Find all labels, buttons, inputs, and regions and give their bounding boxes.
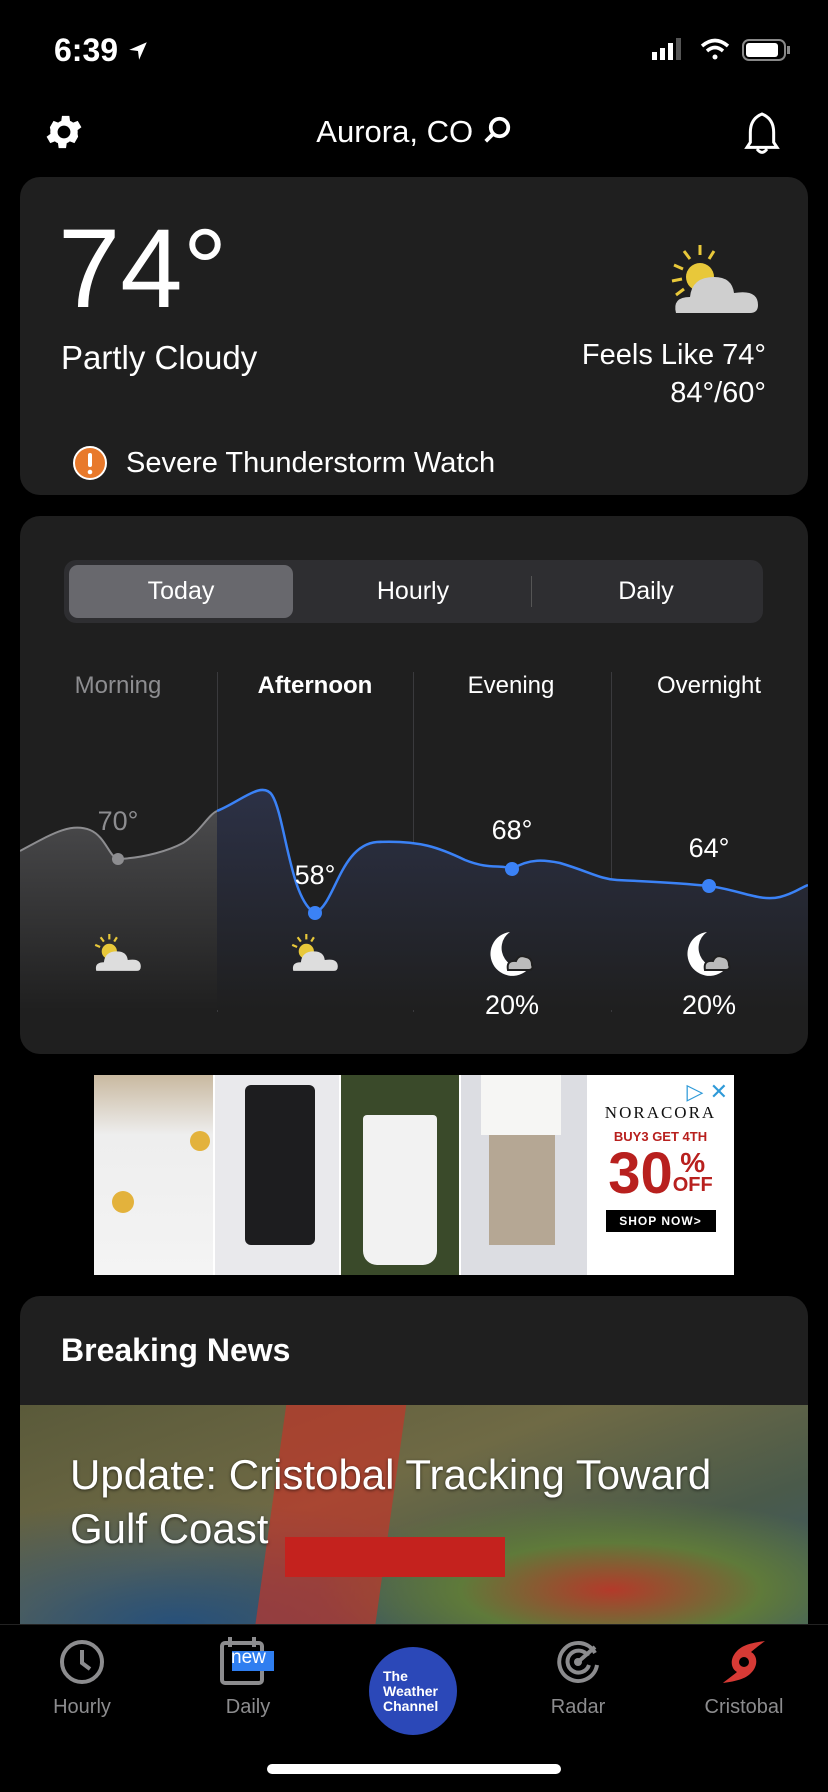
condition-text: Partly Cloudy xyxy=(61,339,258,376)
morning-point xyxy=(112,853,124,865)
afternoon-temp: 58° xyxy=(294,860,336,890)
ad-shop-now-button[interactable]: SHOP NOW> xyxy=(605,1210,716,1232)
home-indicator[interactable] xyxy=(267,1764,561,1774)
high-low: 84°/60° xyxy=(670,377,766,409)
feels-like: Feels Like 74° xyxy=(581,339,766,371)
partly-cloudy-icon xyxy=(671,245,758,313)
location-arrow-icon xyxy=(129,42,147,60)
location-name: Aurora, CO xyxy=(316,114,474,149)
news-section-title: Breaking News xyxy=(61,1332,291,1368)
hurricane-icon xyxy=(723,1641,765,1683)
period-overnight: Overnight xyxy=(656,672,762,699)
moon-cloud-icon xyxy=(687,932,731,976)
morning-temp: 70° xyxy=(97,806,139,836)
status-time: 6:39 xyxy=(54,32,149,69)
ad-discount: 30 xyxy=(608,1141,673,1206)
severe-alert-link[interactable]: Severe Thunderstorm Watch xyxy=(72,445,495,481)
new-badge: new xyxy=(231,1647,266,1668)
temperature-chart xyxy=(20,788,808,1010)
current-conditions-card[interactable]: 74° Partly Cloudy Feels Like 74° 84°/60°… xyxy=(20,177,808,495)
ad-percent: % xyxy=(680,1147,706,1178)
tab-cristobal-nav[interactable]: Cristobal xyxy=(669,1638,819,1719)
tab-divider xyxy=(531,576,532,607)
tab-label: Radar xyxy=(550,1696,606,1718)
moon-cloud-icon xyxy=(490,932,534,976)
notification-bell-icon[interactable] xyxy=(742,110,782,158)
ad-off: OFF xyxy=(672,1174,713,1196)
wifi-icon xyxy=(700,38,730,60)
afternoon-point xyxy=(308,906,322,920)
evening-temp: 68° xyxy=(491,815,533,845)
partly-cloudy-icon xyxy=(94,934,141,971)
weather-channel-logo-button[interactable]: The Weather Channel xyxy=(369,1647,457,1735)
alert-exclamation-icon xyxy=(73,446,107,480)
news-headline[interactable]: Update: Cristobal Tracking Toward Gulf C… xyxy=(70,1448,790,1556)
overnight-point xyxy=(702,879,716,893)
radar-icon xyxy=(557,1640,599,1683)
tab-label: Hourly xyxy=(53,1696,111,1718)
alert-text: Severe Thunderstorm Watch xyxy=(126,446,496,479)
period-evening: Evening xyxy=(467,672,555,699)
evening-precip: 20% xyxy=(484,990,540,1020)
battery-icon xyxy=(742,39,790,61)
location-search-button[interactable]: Aurora, CO xyxy=(0,114,828,150)
ad-close-icon[interactable]: ▷ ✕ xyxy=(687,1079,728,1105)
forecast-tabs: Today Hourly Daily xyxy=(64,560,763,623)
period-morning: Morning xyxy=(74,672,162,699)
ad-offer: ▷ ✕ NORACORA BUY3 GET 4TH 30% OFF SHOP NO… xyxy=(587,1075,734,1275)
clock-icon xyxy=(60,1640,104,1684)
tab-hourly-nav[interactable]: Hourly xyxy=(7,1638,157,1719)
partly-cloudy-icon xyxy=(291,934,338,971)
breaking-news-card[interactable]: Breaking News Update: Cristobal Tracking… xyxy=(20,1296,808,1636)
period-afternoon: Afternoon xyxy=(257,672,373,699)
status-icons xyxy=(652,38,790,61)
ad-brand: NORACORA xyxy=(604,1103,717,1122)
ad-product-image xyxy=(461,1075,587,1275)
ad-product-image xyxy=(94,1075,213,1275)
tab-hourly[interactable]: Hourly xyxy=(301,565,525,618)
search-icon xyxy=(484,116,510,143)
tab-label: Daily xyxy=(225,1696,271,1718)
tab-today[interactable]: Today xyxy=(69,565,293,618)
tab-label: Cristobal xyxy=(704,1696,784,1718)
tab-daily[interactable]: Daily xyxy=(534,565,758,618)
ad-product-image xyxy=(341,1075,459,1275)
tab-radar-nav[interactable]: Radar xyxy=(503,1638,653,1719)
overnight-temp: 64° xyxy=(688,833,730,863)
ad-product-image xyxy=(215,1075,339,1275)
evening-point xyxy=(505,862,519,876)
tab-daily-nav[interactable]: new Daily xyxy=(173,1637,323,1719)
advertisement-banner[interactable]: ▷ ✕ NORACORA BUY3 GET 4TH 30% OFF SHOP NO… xyxy=(94,1075,734,1275)
signal-icon xyxy=(652,38,681,60)
weather-channel-logo: The Weather Channel xyxy=(383,1667,439,1714)
overnight-precip: 20% xyxy=(681,990,737,1020)
current-temperature: 74° xyxy=(58,206,228,331)
